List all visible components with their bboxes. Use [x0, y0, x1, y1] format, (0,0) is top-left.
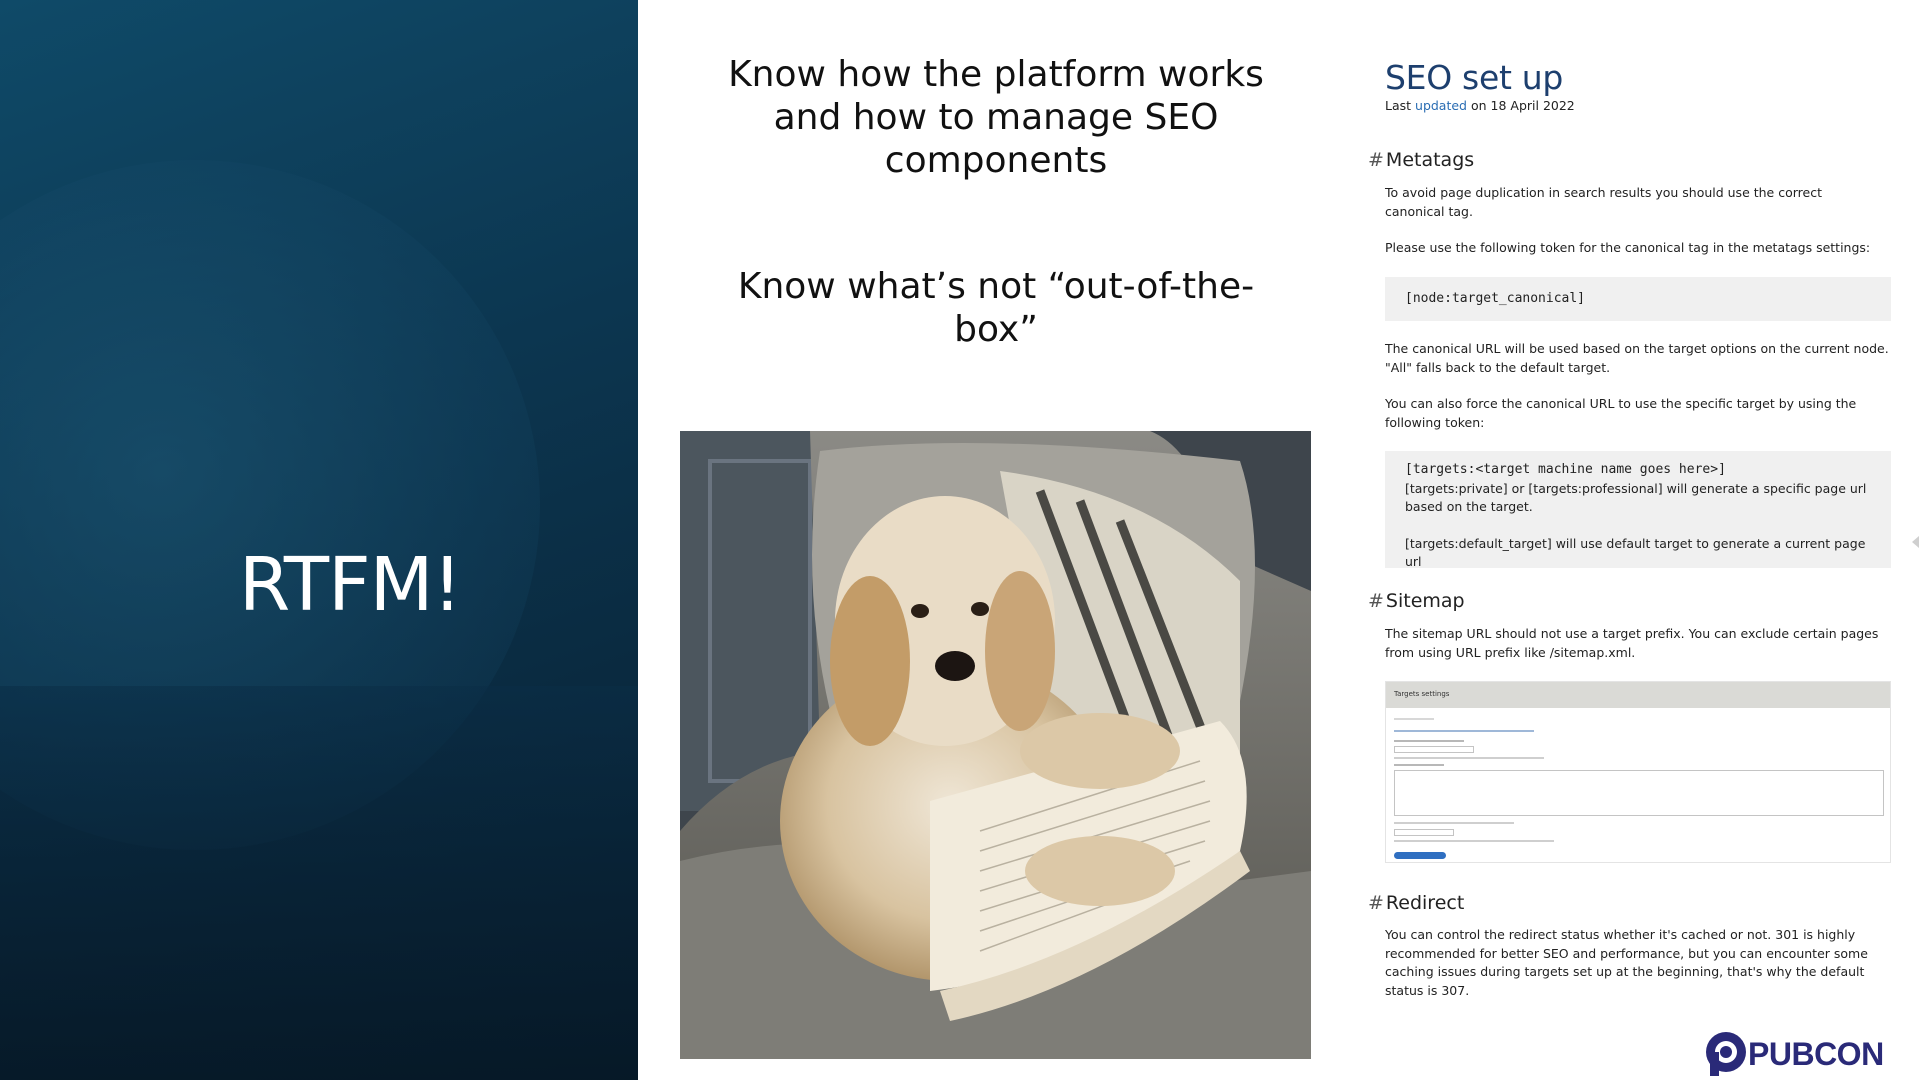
anchor-hash[interactable]: #	[1368, 590, 1384, 612]
sitemap-paragraph: The sitemap URL should not use a target …	[1385, 626, 1879, 660]
screenshot-line	[1394, 764, 1444, 766]
metatags-paragraph-2: Please use the following token for the c…	[1385, 240, 1871, 255]
redirect-paragraph: You can control the redirect status whet…	[1385, 927, 1868, 998]
updated-link[interactable]: updated	[1415, 98, 1467, 113]
dog-reading-photo	[680, 431, 1311, 1059]
section-heading-metatags: # Metatags	[1368, 149, 1475, 171]
pubcon-logo-mark	[1706, 1032, 1746, 1076]
anchor-hash[interactable]: #	[1368, 149, 1384, 171]
metatags-paragraph-1: To avoid page duplication in search resu…	[1385, 185, 1822, 219]
slide-title: RTFM!	[238, 542, 462, 628]
doc-title: SEO set up	[1385, 58, 1564, 97]
pubcon-logo-text: PUBCON	[1748, 1036, 1884, 1072]
seo-documentation-page: SEO set up Last updated on 18 April 2022…	[1368, 0, 1920, 1080]
metatags-paragraph-3: The canonical URL will be used based on …	[1385, 341, 1889, 375]
screenshot-line	[1394, 840, 1554, 842]
screenshot-line	[1394, 730, 1534, 732]
screenshot-textarea	[1394, 770, 1884, 816]
last-updated: Last updated on 18 April 2022	[1385, 98, 1575, 113]
screenshot-select	[1394, 746, 1474, 753]
screenshot-select	[1394, 829, 1454, 836]
decorative-band	[0, 686, 638, 1080]
targets-settings-screenshot: Targets settings	[1385, 681, 1891, 863]
title-panel: RTFM!	[0, 0, 638, 1080]
screenshot-line	[1394, 740, 1464, 742]
screenshot-save-button	[1394, 852, 1446, 859]
section-heading-sitemap: # Sitemap	[1368, 590, 1465, 612]
targets-token-code: [targets:<target machine name goes here>…	[1385, 451, 1891, 569]
screenshot-line	[1394, 822, 1514, 824]
section-heading-redirect: # Redirect	[1368, 892, 1465, 914]
pubcon-logo: PUBCON	[1704, 1030, 1884, 1080]
canonical-token-code: [node:target_canonical]	[1385, 277, 1891, 321]
metatags-paragraph-4: You can also force the canonical URL to …	[1385, 396, 1857, 430]
scroll-indicator	[1912, 536, 1919, 548]
screenshot-tabs	[1394, 718, 1434, 720]
anchor-hash[interactable]: #	[1368, 892, 1384, 914]
heading-out-of-the-box: Know what’s not “out-of-the-box”	[737, 266, 1255, 350]
heading-platform: Know how the platform works and how to m…	[728, 54, 1264, 181]
screenshot-title: Targets settings	[1386, 682, 1890, 708]
screenshot-line	[1394, 757, 1544, 759]
